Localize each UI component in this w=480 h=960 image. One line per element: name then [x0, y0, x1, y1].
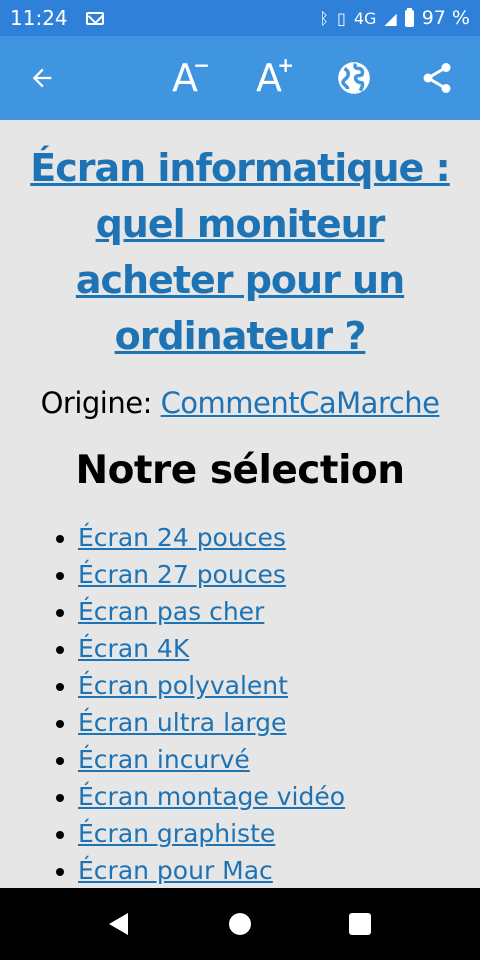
list-item-link[interactable]: Écran ultra large [78, 708, 286, 737]
list-item-link[interactable]: Écran polyvalent [78, 671, 288, 700]
list-item: Écran ultra large [78, 704, 466, 741]
network-label: 4G [353, 8, 377, 28]
system-nav-bar [0, 888, 480, 960]
list-item: Écran pas cher [78, 593, 466, 630]
list-item-link[interactable]: Écran 4K [78, 634, 189, 663]
list-item: Écran 27 pouces [78, 556, 466, 593]
circle-home-icon [229, 913, 251, 935]
mail-icon [85, 11, 104, 25]
article-title-link[interactable]: Écran informatique : quel moniteur achet… [30, 146, 450, 358]
list-item-link[interactable]: Écran 24 pouces [78, 523, 286, 552]
list-item-link[interactable]: Écran incurvé [78, 745, 250, 774]
bluetooth-icon: ᛒ [319, 8, 330, 28]
article-content: Écran informatique : quel moniteur achet… [0, 120, 480, 888]
nav-recents-button[interactable] [320, 888, 400, 960]
open-in-browser-button[interactable] [322, 36, 386, 120]
triangle-back-icon [108, 913, 128, 935]
article-title[interactable]: Écran informatique : quel moniteur achet… [14, 140, 466, 364]
font-decrease-button[interactable]: A − [153, 36, 217, 120]
list-item: Écran 4K [78, 630, 466, 667]
font-increase-icon: A + [256, 53, 294, 100]
font-increase-button[interactable]: A + [237, 36, 301, 120]
list-item: Écran 24 pouces [78, 519, 466, 556]
origin-label: Origine: [40, 386, 161, 420]
vibrate-icon: ▯ [337, 8, 346, 28]
status-time: 11:24 [10, 6, 68, 30]
list-item-link[interactable]: Écran 27 pouces [78, 560, 286, 589]
status-bar: 11:24 ᛒ ▯ 4G ◢ 97 % [0, 0, 480, 36]
toolbar: A − A + [0, 36, 480, 120]
list-item: Écran pour Mac [78, 852, 466, 889]
share-button[interactable] [405, 36, 469, 120]
nav-back-button[interactable] [78, 888, 158, 960]
list-item-link[interactable]: Écran pour Mac [78, 856, 273, 885]
battery-icon [404, 7, 414, 27]
arrow-left-icon [32, 68, 52, 88]
nav-home-button[interactable] [200, 888, 280, 960]
list-item: Écran polyvalent [78, 667, 466, 704]
back-button[interactable] [10, 36, 74, 120]
list-item: Écran graphiste [78, 815, 466, 852]
list-item-link[interactable]: Écran graphiste [78, 819, 275, 848]
section-title: Notre sélection [75, 448, 405, 493]
list-item-link[interactable]: Écran montage vidéo [78, 782, 345, 811]
signal-icon: ◢ [384, 8, 397, 28]
share-icon [423, 63, 451, 93]
list-item: Écran montage vidéo [78, 778, 466, 815]
origin-line: Origine: CommentCaMarche [14, 386, 466, 420]
origin-link[interactable]: CommentCaMarche [161, 386, 440, 420]
globe-icon [338, 62, 370, 94]
list-item: Écran incurvé [78, 741, 466, 778]
font-decrease-icon: A − [172, 53, 210, 100]
selection-list: Écran 24 pouces Écran 27 pouces Écran pa… [78, 519, 466, 889]
square-recents-icon [349, 913, 371, 935]
list-item-link[interactable]: Écran pas cher [78, 597, 264, 626]
battery-percent: 97 % [421, 7, 470, 29]
